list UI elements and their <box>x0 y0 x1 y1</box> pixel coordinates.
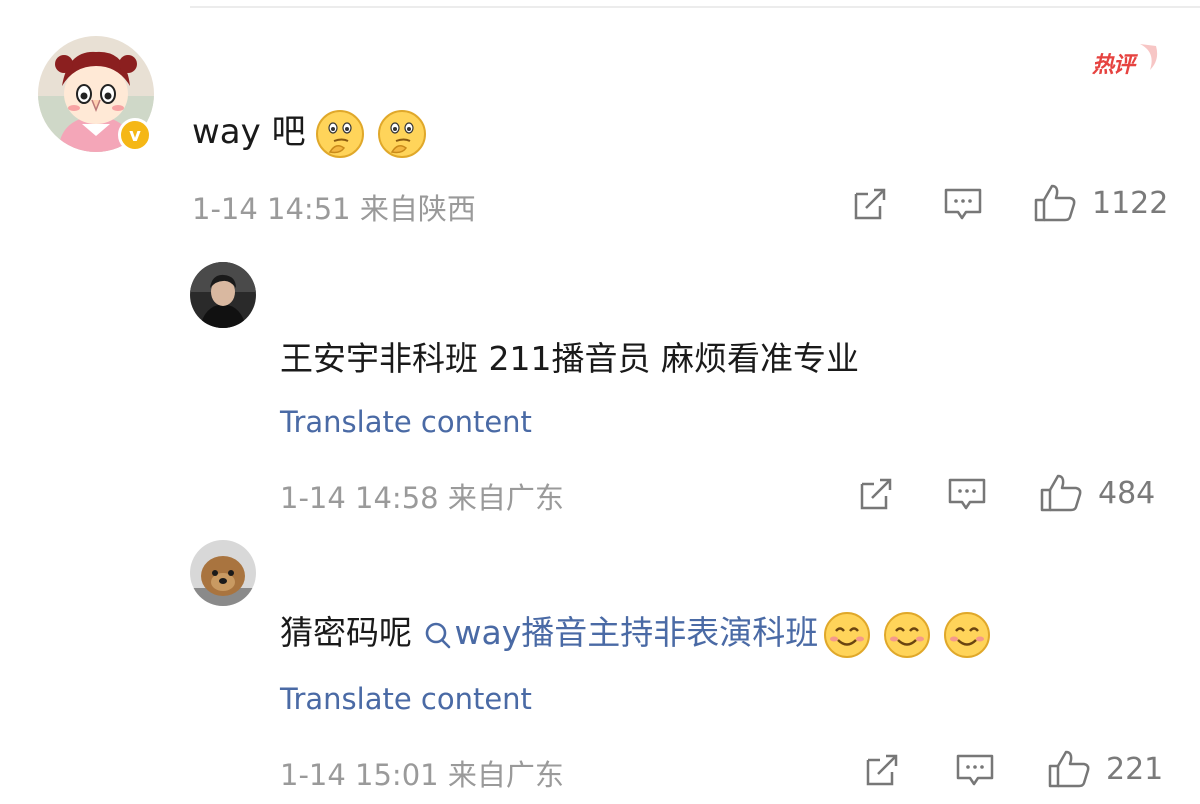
smile-emoji-icon <box>884 611 931 658</box>
comment-text-content: way 吧 <box>192 112 306 152</box>
reply-avatar[interactable] <box>190 262 256 328</box>
share-icon[interactable] <box>850 184 890 224</box>
reply-text-content: 猜密码呢 <box>280 613 423 652</box>
smile-emoji-icon <box>824 611 871 658</box>
like-count: 221 <box>1106 752 1164 787</box>
comment-icon[interactable] <box>942 184 984 224</box>
like-count: 1122 <box>1092 186 1169 221</box>
search-topic-link[interactable]: way播音主持非表演科班 <box>423 613 819 652</box>
reply-avatar[interactable] <box>190 540 256 606</box>
reply-avatar-image <box>190 262 256 328</box>
top-divider <box>190 6 1200 8</box>
reply-meta: 1-14 15:01 来自广东 <box>280 752 564 794</box>
reply-location: 来自广东 <box>447 758 564 792</box>
comment-text: way 吧 <box>192 104 428 160</box>
comment-icon[interactable] <box>946 474 988 514</box>
search-topic-text: way播音主持非表演科班 <box>454 613 819 652</box>
translate-link[interactable]: Translate content <box>280 405 532 439</box>
like-icon[interactable] <box>1038 472 1084 514</box>
reply-text: 猜密码呢 way播音主持非表演科班 <box>280 606 992 660</box>
comment-timestamp: 1-14 14:51 <box>192 192 351 226</box>
thinking-emoji-icon <box>377 109 426 158</box>
smile-emoji-icon <box>944 611 991 658</box>
hot-comment-badge: 热评 <box>1092 53 1135 78</box>
comment-meta: 1-14 14:51 来自陕西 <box>192 186 476 228</box>
share-icon[interactable] <box>856 474 896 514</box>
reply-timestamp: 1-14 15:01 <box>280 758 439 792</box>
translate-link[interactable]: Translate content <box>280 682 532 716</box>
verified-badge-icon: v <box>118 118 152 152</box>
search-icon <box>425 622 450 648</box>
reply-location: 来自广东 <box>447 481 564 515</box>
thinking-emoji-icon <box>315 109 364 158</box>
like-icon[interactable] <box>1046 748 1092 790</box>
reply-timestamp: 1-14 14:58 <box>280 481 439 515</box>
like-icon[interactable] <box>1032 182 1078 224</box>
reply-avatar-image <box>190 540 256 606</box>
reply-text: 王安宇非科班 211播音员 麻烦看准专业 <box>280 339 859 378</box>
share-icon[interactable] <box>862 750 902 790</box>
like-count: 484 <box>1098 476 1156 511</box>
comment-icon[interactable] <box>954 750 996 790</box>
comment-location: 来自陕西 <box>359 192 476 226</box>
reply-meta: 1-14 14:58 来自广东 <box>280 475 564 517</box>
